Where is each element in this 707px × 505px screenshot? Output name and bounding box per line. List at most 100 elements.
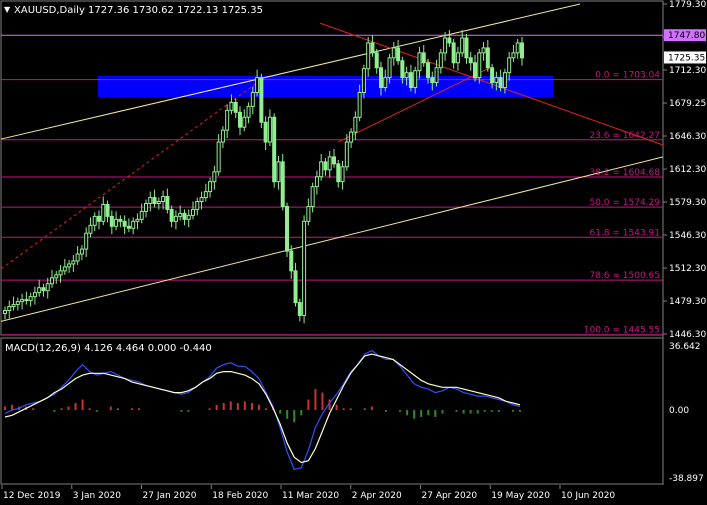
candle-body (225, 109, 230, 131)
candle-body (212, 171, 217, 183)
candle-body (357, 91, 362, 118)
candle-body (54, 274, 59, 279)
candle-body (186, 214, 191, 220)
main-chart-frame (0, 0, 664, 336)
candle-body (447, 37, 452, 44)
chart-canvas: 0.0 = 1703.0423.6 = 1642.2738.2 = 1604.6… (0, 0, 706, 501)
symbol-label: XAUUSD,Daily (14, 5, 85, 16)
candle-body (344, 141, 349, 168)
symbol-dropdown-icon[interactable]: ▼ (4, 5, 11, 14)
candle-body (507, 57, 512, 74)
time-axis-layer: 12 Dec 2019 3 Jan 2020 27 Jan 2020 18 Feb 2… (1, 485, 615, 501)
fib-label-61.8: 61.8 = 1543.91 (589, 228, 660, 238)
candle-body (267, 116, 272, 143)
candle-body (430, 77, 435, 84)
candle-body (37, 287, 42, 294)
candle-body (173, 215, 178, 222)
time-tick-label: 12 Dec 2019 (3, 491, 61, 501)
price-tick-label: 1779.30 (669, 0, 706, 10)
candle-body (481, 47, 486, 54)
candle-body (434, 67, 439, 84)
candle-body (79, 248, 84, 255)
candle-body (455, 52, 460, 64)
candle-body (306, 205, 311, 222)
macd-tick-label: 0.00 (669, 406, 689, 416)
candle-body (464, 37, 469, 59)
time-tick-label: 2 Apr 2020 (352, 491, 402, 501)
time-tick-label: 19 May 2020 (491, 491, 550, 501)
time-tick-label: 11 Mar 2020 (282, 491, 339, 501)
candle-body (139, 210, 144, 220)
fib-label-50.0: 50.0 = 1574.29 (589, 198, 660, 208)
candle-body (220, 129, 225, 143)
candle-body (233, 101, 238, 113)
candle-body (71, 260, 76, 265)
candle-body (32, 292, 37, 298)
macd-panel-frame (0, 337, 664, 485)
ohlc-label: 1727.36 1730.62 1722.13 1725.35 (88, 5, 263, 16)
candle-body (361, 68, 366, 93)
macd-layer: 36.642 0.00 -38.897 (4, 342, 704, 484)
time-tick-label: 3 Jan 2020 (73, 491, 121, 501)
macd-tick-label: 36.642 (669, 342, 701, 352)
time-tick-label: 10 Jun 2020 (561, 491, 615, 501)
demand-zone-layer (98, 75, 553, 98)
candle-body (336, 163, 341, 183)
candle-body (332, 156, 336, 165)
price-tick-label: 1679.25 (669, 99, 706, 109)
candle-body (263, 121, 268, 143)
candle-body (118, 218, 123, 222)
candle-body (426, 62, 430, 79)
candle-body (208, 181, 213, 193)
candle-body (165, 196, 170, 210)
candle-body (310, 186, 315, 207)
candle-body (349, 131, 354, 143)
candle-body (41, 287, 46, 292)
candle-body (404, 72, 409, 79)
candle-body (502, 72, 507, 89)
candle-body (50, 277, 54, 285)
candle-body (408, 72, 413, 89)
candle-body (417, 52, 422, 72)
candle-body (182, 212, 187, 220)
candle-body (340, 166, 345, 183)
candle-body (135, 218, 140, 222)
candle-body (92, 215, 97, 226)
candle-body (88, 224, 93, 234)
candle-body (199, 197, 204, 203)
demand-zone (98, 75, 553, 98)
candle-body (413, 70, 418, 89)
candle-body (238, 111, 242, 128)
candle-body (7, 306, 12, 312)
lower-channel-line (0, 156, 664, 322)
candle-body (161, 196, 166, 203)
time-tick-label: 27 Apr 2020 (422, 491, 478, 501)
candle-body (302, 220, 307, 316)
candle-body (289, 250, 294, 272)
candle-body (379, 67, 383, 89)
candle-body (131, 220, 136, 229)
price-tick-label: 1612.30 (669, 165, 706, 175)
candle-body (490, 67, 495, 84)
candle-body (11, 304, 16, 308)
candle-body (451, 42, 456, 64)
candle-body (272, 116, 277, 183)
price-tick-label: 1712.30 (669, 66, 706, 76)
candle-body (366, 42, 371, 70)
candle-body (114, 218, 119, 227)
candle-body (216, 141, 221, 173)
candle-body (101, 203, 106, 222)
candle-body (468, 57, 473, 64)
candle-body (3, 310, 7, 314)
candle-body (473, 62, 477, 79)
candle-body (75, 253, 80, 262)
candle-body (494, 77, 499, 84)
candle-body (443, 37, 448, 54)
fib-label-78.6: 78.6 = 1500.65 (589, 271, 660, 281)
candle-body (152, 197, 157, 204)
candle-body (148, 197, 153, 204)
candle-body (246, 105, 251, 118)
candle-body (191, 208, 195, 216)
candle-body (438, 52, 443, 69)
candle-body (250, 91, 255, 107)
